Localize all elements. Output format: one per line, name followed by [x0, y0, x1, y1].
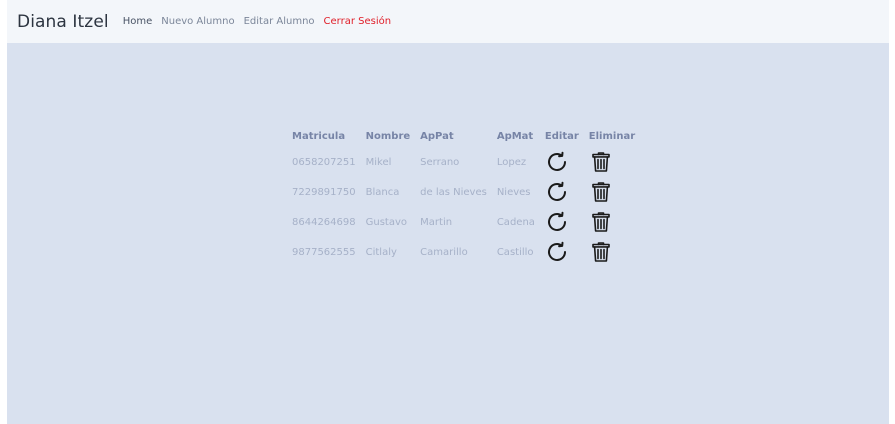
cell-appat: de las Nieves — [420, 186, 487, 198]
cell-matricula: 9877562555 — [292, 246, 356, 258]
nav-link-editar-alumno[interactable]: Editar Alumno — [244, 16, 315, 27]
cell-nombre: Mikel — [365, 156, 392, 168]
column-header-eliminar: Eliminar — [588, 131, 636, 142]
table-header-row: Matricula Nombre ApPat ApMat Editar Elim… — [287, 127, 640, 147]
cell-apmat: Nieves — [496, 186, 531, 198]
refresh-icon[interactable] — [545, 180, 569, 204]
students-table: Matricula Nombre ApPat ApMat Editar Elim… — [287, 127, 640, 267]
trash-icon[interactable] — [589, 210, 613, 234]
nav-links: Home Nuevo Alumno Editar Alumno Cerrar S… — [123, 16, 391, 27]
refresh-icon[interactable] — [545, 210, 569, 234]
table-row: 0658207251 Mikel Serrano Lopez — [287, 147, 640, 177]
cell-eliminar — [584, 147, 640, 177]
table-row: 9877562555 Citlaly Camarillo Castillo — [287, 237, 640, 267]
nav-link-home[interactable]: Home — [123, 16, 153, 27]
cell-eliminar — [584, 177, 640, 207]
cell-nombre: Gustavo — [365, 216, 408, 228]
cell-editar — [540, 237, 584, 267]
navbar: Diana Itzel Home Nuevo Alumno Editar Alu… — [7, 0, 889, 43]
cell-appat: Serrano — [420, 156, 460, 168]
cell-editar — [540, 147, 584, 177]
nav-link-cerrar-sesion[interactable]: Cerrar Sesión — [324, 16, 392, 27]
cell-apmat: Castillo — [496, 246, 534, 258]
cell-editar — [540, 207, 584, 237]
column-header-apmat: ApMat — [496, 131, 534, 142]
cell-eliminar — [584, 207, 640, 237]
cell-editar — [540, 177, 584, 207]
cell-apmat: Lopez — [496, 156, 527, 168]
cell-nombre: Citlaly — [365, 246, 397, 258]
refresh-icon[interactable] — [545, 240, 569, 264]
cell-matricula: 0658207251 — [292, 156, 356, 168]
column-header-editar: Editar — [544, 131, 579, 142]
cell-eliminar — [584, 237, 640, 267]
brand-title[interactable]: Diana Itzel — [17, 12, 109, 32]
nav-link-nuevo-alumno[interactable]: Nuevo Alumno — [161, 16, 234, 27]
cell-matricula: 8644264698 — [292, 216, 356, 228]
trash-icon[interactable] — [589, 150, 613, 174]
page-background: Diana Itzel Home Nuevo Alumno Editar Alu… — [7, 0, 889, 424]
table-row: 8644264698 Gustavo Martin Cadena — [287, 207, 640, 237]
column-header-nombre: Nombre — [365, 131, 411, 142]
column-header-matricula: Matricula — [292, 131, 346, 142]
cell-appat: Camarillo — [420, 246, 468, 258]
cell-apmat: Cadena — [496, 216, 535, 228]
table-row: 7229891750 Blanca de las Nieves Nieves — [287, 177, 640, 207]
column-header-appat: ApPat — [420, 131, 454, 142]
cell-nombre: Blanca — [365, 186, 400, 198]
cell-appat: Martin — [420, 216, 453, 228]
cell-matricula: 7229891750 — [292, 186, 356, 198]
trash-icon[interactable] — [589, 240, 613, 264]
trash-icon[interactable] — [589, 180, 613, 204]
refresh-icon[interactable] — [545, 150, 569, 174]
